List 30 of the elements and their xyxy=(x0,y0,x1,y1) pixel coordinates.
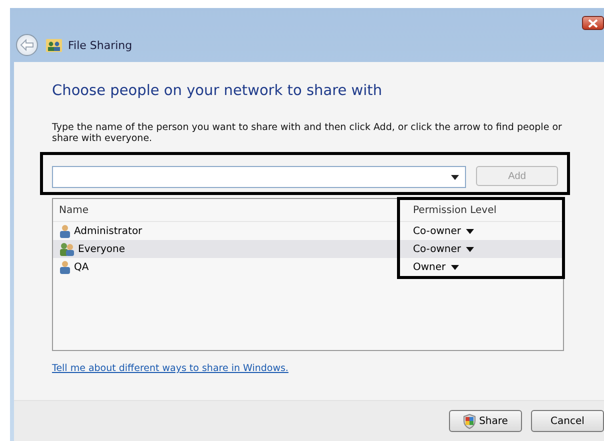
list-row[interactable]: Everyone Co-owner xyxy=(53,240,563,258)
user-icon xyxy=(59,224,71,238)
back-arrow-icon xyxy=(20,39,34,51)
group-icon xyxy=(59,242,75,256)
user-icon xyxy=(59,260,71,274)
column-header[interactable]: Name xyxy=(59,204,413,216)
user-name: QA xyxy=(74,262,89,272)
column-header[interactable]: Permission Level xyxy=(413,204,563,216)
dropdown-arrow-icon xyxy=(451,174,459,180)
shield-icon xyxy=(463,414,476,428)
window-title: File Sharing xyxy=(68,38,132,52)
close-button[interactable] xyxy=(582,16,604,30)
help-link[interactable]: Tell me about different ways to share in Windows. xyxy=(52,363,288,374)
cancel-button[interactable]: Cancel xyxy=(531,410,604,432)
user-name: Administrator xyxy=(74,226,142,236)
user-name: Everyone xyxy=(78,244,126,254)
dropdown-arrow-icon xyxy=(466,228,474,234)
instruction-text: Type the name of the person you want to share with and then click Add, or click the arrow to find people or share with everyone. xyxy=(52,122,563,144)
permission-dropdown[interactable]: Owner xyxy=(413,262,459,272)
name-combo-field[interactable] xyxy=(52,166,466,188)
permission-dropdown[interactable]: Co-owner xyxy=(413,244,474,254)
dropdown-arrow-icon xyxy=(466,246,474,252)
dropdown-arrow-icon xyxy=(450,264,459,270)
back-button[interactable] xyxy=(16,34,38,56)
people-icon xyxy=(46,38,62,52)
close-icon xyxy=(588,18,598,28)
permission-dropdown[interactable]: Co-owner xyxy=(413,226,474,236)
list-row[interactable]: Administrator Co-owner xyxy=(53,222,563,240)
heading: Choose people on your network to share with xyxy=(52,83,384,99)
share-button[interactable]: Share xyxy=(449,410,522,432)
